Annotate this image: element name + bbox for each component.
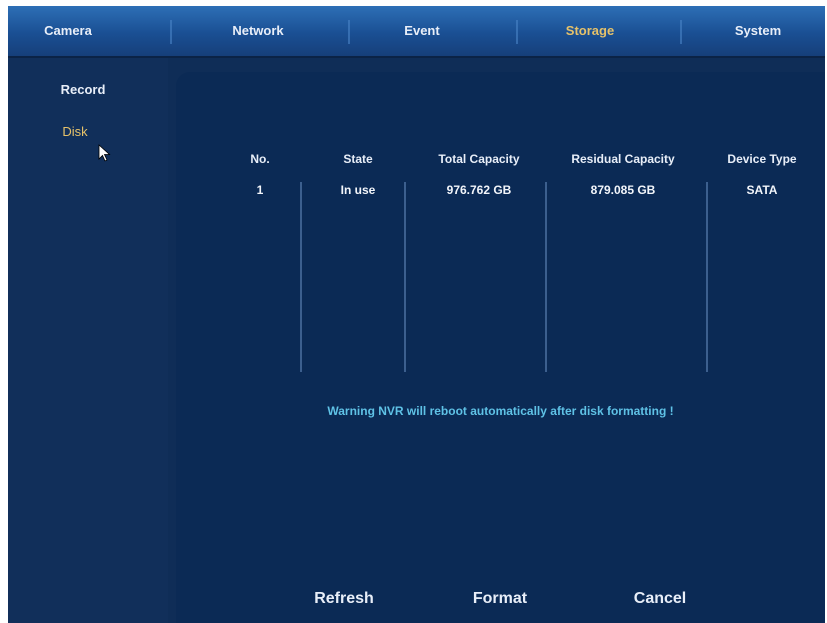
column-divider	[300, 182, 302, 372]
refresh-button[interactable]: Refresh	[284, 590, 404, 608]
sidebar: Record Disk	[8, 58, 168, 623]
tab-separator	[348, 20, 350, 44]
tab-separator	[680, 20, 682, 44]
main-tab-bar: Camera Network Event Storage System	[8, 6, 825, 58]
column-divider	[545, 182, 547, 372]
row-1-device-type[interactable]: SATA	[706, 183, 818, 197]
row-1-no[interactable]: 1	[230, 183, 290, 197]
header-state: State	[343, 152, 373, 166]
tab-camera[interactable]: Camera	[8, 6, 128, 56]
format-warning-text: Warning NVR will reboot automatically af…	[327, 404, 674, 418]
tab-separator	[516, 20, 518, 44]
tab-storage[interactable]: Storage	[530, 6, 650, 56]
nvr-screen: Camera Network Event Storage System Reco…	[8, 6, 825, 623]
tab-event[interactable]: Event	[362, 6, 482, 56]
header-total-capacity: Total Capacity	[438, 152, 520, 166]
header-residual-capacity: Residual Capacity	[571, 152, 675, 166]
header-device-type: Device Type	[727, 152, 797, 166]
sidebar-item-record[interactable]: Record	[8, 82, 158, 97]
sidebar-item-disk[interactable]: Disk	[8, 124, 150, 139]
format-button[interactable]: Format	[440, 590, 560, 608]
row-1-total-capacity[interactable]: 976.762 GB	[414, 183, 544, 197]
row-1-state[interactable]: In use	[318, 183, 398, 197]
mouse-cursor-icon	[98, 144, 111, 162]
column-divider	[706, 182, 708, 372]
tab-system[interactable]: System	[698, 6, 818, 56]
header-no: No.	[250, 152, 270, 166]
tab-separator	[170, 20, 172, 44]
column-divider	[404, 182, 406, 372]
row-1-residual-capacity[interactable]: 879.085 GB	[548, 183, 698, 197]
tab-network[interactable]: Network	[198, 6, 318, 56]
cancel-button[interactable]: Cancel	[600, 590, 720, 608]
